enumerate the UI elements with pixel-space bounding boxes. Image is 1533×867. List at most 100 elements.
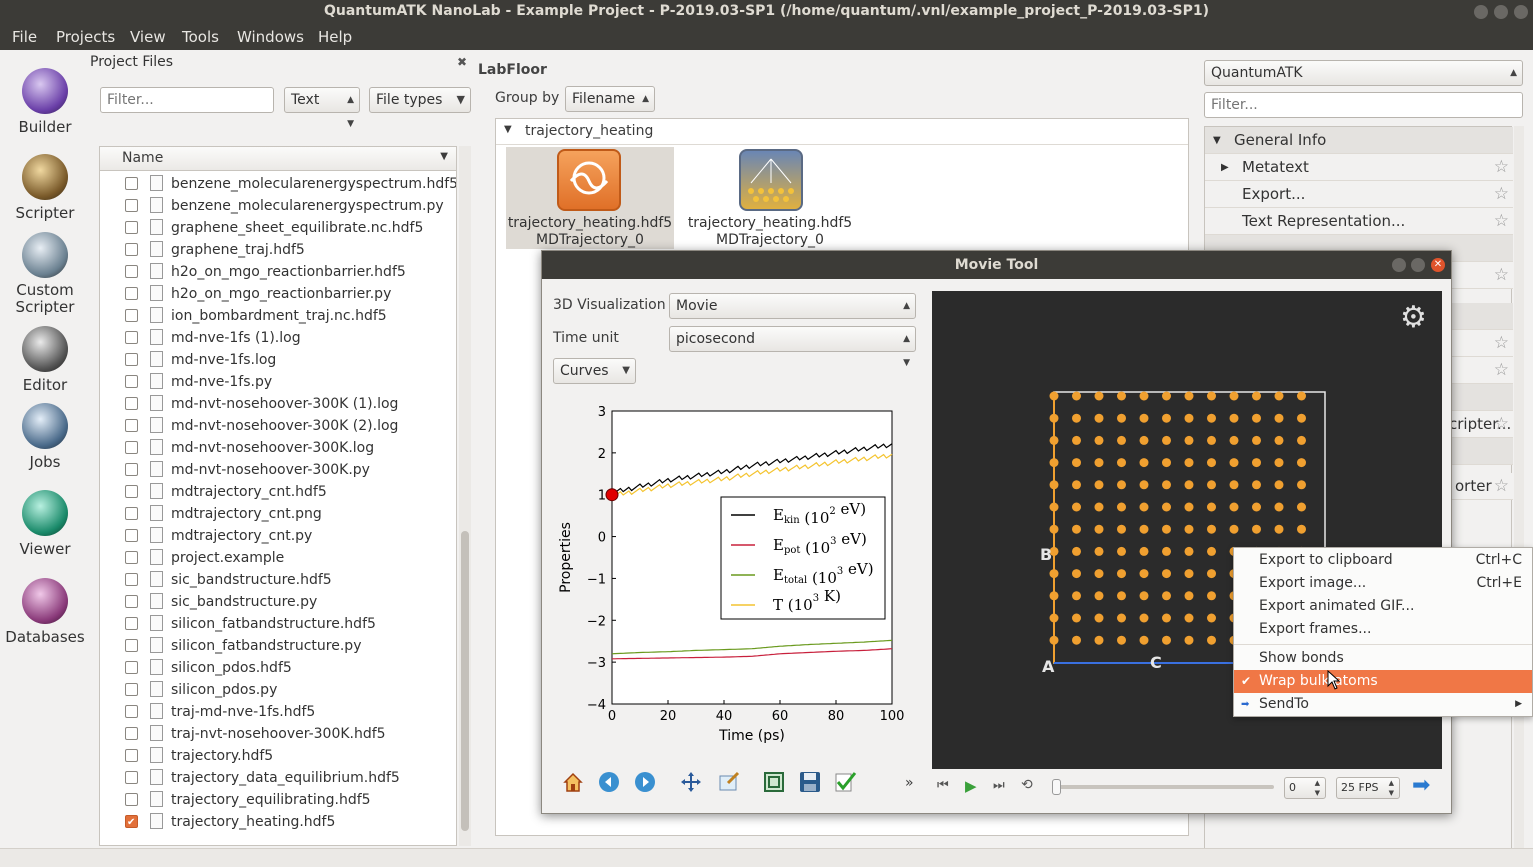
star-icon[interactable]: ☆ — [1494, 473, 1509, 500]
file-row[interactable]: mdtrajectory_cnt.hdf5 — [100, 481, 456, 503]
file-checkbox[interactable] — [125, 353, 138, 366]
file-checkbox[interactable] — [125, 551, 138, 564]
file-checkbox[interactable] — [125, 705, 138, 718]
file-checkbox[interactable] — [125, 595, 138, 608]
file-checkbox[interactable] — [125, 507, 138, 520]
menu-wrap-bulk-atoms[interactable]: ✔ Wrap bulk atoms — [1234, 670, 1532, 693]
close-panel-icon[interactable]: ✖ — [457, 55, 467, 69]
menu-projects[interactable]: Projects — [56, 28, 115, 46]
file-row[interactable]: mdtrajectory_cnt.py — [100, 525, 456, 547]
file-row[interactable]: project.example — [100, 547, 456, 569]
labfloor-item-selected[interactable]: trajectory_heating.hdf5 MDTrajectory_0 — [506, 147, 674, 249]
skip-to-end-icon[interactable]: ⏭ — [993, 778, 1005, 793]
file-checkbox[interactable] — [125, 419, 138, 432]
file-row[interactable]: trajectory_data_equilibrium.hdf5 — [100, 767, 456, 789]
file-list-scrollbar[interactable] — [459, 146, 471, 846]
file-row[interactable]: benzene_molecularenergyspectrum.py — [100, 195, 456, 217]
labfloor-group-header[interactable]: ▼ trajectory_heating — [496, 119, 1188, 145]
file-row[interactable]: silicon_fatbandstructure.py — [100, 635, 456, 657]
viewer-tool[interactable]: Viewer — [0, 490, 90, 558]
more-tools-button[interactable]: » — [905, 775, 914, 791]
file-row[interactable]: md-nvt-nosehoover-300K.py — [100, 459, 456, 481]
scripter-tool[interactable]: Scripter — [0, 154, 90, 222]
menu-tools[interactable]: Tools — [182, 28, 219, 46]
info-tree-scrollbar[interactable] — [1514, 126, 1524, 850]
back-icon[interactable] — [598, 771, 620, 793]
file-checkbox[interactable] — [125, 287, 138, 300]
file-row[interactable]: traj-md-nve-1fs.hdf5 — [100, 701, 456, 723]
text-representation-row[interactable]: Text Representation... ☆ — [1205, 208, 1513, 235]
star-icon[interactable]: ☆ — [1494, 411, 1509, 438]
custom-scripter-tool[interactable]: Custom Scripter — [0, 232, 90, 316]
file-checkbox[interactable] — [125, 573, 138, 586]
file-checkbox[interactable] — [125, 309, 138, 322]
menu-windows[interactable]: Windows — [237, 28, 304, 46]
jobs-tool[interactable]: Jobs — [0, 403, 90, 471]
file-row[interactable]: md-nvt-nosehoover-300K (1).log — [100, 393, 456, 415]
file-row[interactable]: trajectory_equilibrating.hdf5 — [100, 789, 456, 811]
menu-file[interactable]: File — [12, 28, 37, 46]
menu-send-to[interactable]: ➡ SendTo ▶ — [1234, 693, 1532, 716]
file-checkbox[interactable] — [125, 793, 138, 806]
engine-select[interactable]: QuantumATK▲▼ — [1204, 60, 1523, 102]
star-icon[interactable]: ☆ — [1494, 154, 1509, 181]
fps-select[interactable]: 25 FPS ▲ ▼ — [1336, 777, 1400, 799]
file-row[interactable]: h2o_on_mgo_reactionbarrier.hdf5 — [100, 261, 456, 283]
file-list-header[interactable]: Name ▼ — [100, 147, 456, 171]
loop-icon[interactable]: ⟲ — [1021, 777, 1033, 793]
file-row[interactable]: md-nvt-nosehoover-300K.log — [100, 437, 456, 459]
file-checkbox[interactable] — [125, 441, 138, 454]
vis-select[interactable]: Movie▲▼ — [669, 293, 916, 335]
text-filter-select[interactable]: Text ▲ ▼ — [284, 87, 360, 129]
file-row[interactable]: silicon_pdos.hdf5 — [100, 657, 456, 679]
file-row[interactable]: traj-nvt-nosehoover-300K.hdf5 — [100, 723, 456, 745]
file-row[interactable]: h2o_on_mgo_reactionbarrier.py — [100, 283, 456, 305]
menu-export-gif[interactable]: Export animated GIF... — [1234, 595, 1532, 618]
minimize-window-button[interactable] — [1474, 5, 1488, 19]
file-row[interactable]: sic_bandstructure.hdf5 — [100, 569, 456, 591]
file-row[interactable]: silicon_fatbandstructure.hdf5 — [100, 613, 456, 635]
file-checkbox[interactable] — [125, 683, 138, 696]
apply-check-icon[interactable] — [835, 771, 857, 793]
scrollbar-thumb[interactable] — [461, 531, 469, 831]
file-checkbox[interactable] — [125, 243, 138, 256]
curves-button[interactable]: Curves ▼ — [553, 358, 636, 384]
menu-view[interactable]: View — [130, 28, 166, 46]
file-checkbox[interactable] — [125, 463, 138, 476]
file-row[interactable]: md-nvt-nosehoover-300K (2).log — [100, 415, 456, 437]
star-icon[interactable]: ☆ — [1494, 262, 1509, 289]
file-checkbox[interactable] — [125, 397, 138, 410]
file-row[interactable]: sic_bandstructure.py — [100, 591, 456, 613]
file-checkbox[interactable] — [125, 617, 138, 630]
time-unit-select[interactable]: picosecond ▲ ▼ — [669, 326, 916, 368]
menu-export-clipboard[interactable]: Export to clipboard Ctrl+C — [1234, 549, 1532, 572]
close-window-button[interactable] — [1514, 5, 1528, 19]
menu-export-frames[interactable]: Export frames... — [1234, 618, 1532, 641]
group-by-select[interactable]: Filename▲▼ — [565, 86, 655, 128]
file-checkbox[interactable] — [125, 331, 138, 344]
export-row[interactable]: Export... ☆ — [1205, 181, 1513, 208]
general-info-section[interactable]: ▼ General Info — [1205, 127, 1513, 154]
configure-subplots-icon[interactable] — [718, 771, 740, 793]
frame-spinbox[interactable]: 0 ▲ ▼ — [1284, 777, 1326, 799]
file-row[interactable]: ion_bombardment_traj.nc.hdf5 — [100, 305, 456, 327]
file-row[interactable]: trajectory.hdf5 — [100, 745, 456, 767]
file-checkbox[interactable] — [125, 749, 138, 762]
file-row[interactable]: silicon_pdos.py — [100, 679, 456, 701]
file-types-select[interactable]: File types ▼ — [369, 87, 471, 113]
play-icon[interactable]: ▶ — [965, 777, 977, 795]
next-arrow-icon[interactable]: ➡ — [1412, 775, 1430, 797]
file-row[interactable]: md-nve-1fs.py — [100, 371, 456, 393]
metatext-row[interactable]: ▶ Metatext ☆ — [1205, 154, 1513, 181]
builder-tool[interactable]: Builder — [0, 68, 90, 136]
editor-tool[interactable]: Editor — [0, 326, 90, 394]
file-checkbox[interactable] — [125, 771, 138, 784]
file-checkbox[interactable] — [125, 529, 138, 542]
frame-slider-handle[interactable] — [1052, 779, 1061, 795]
skip-to-start-icon[interactable]: ⏮ — [937, 778, 949, 793]
home-icon[interactable] — [562, 771, 584, 793]
minimize-dialog-button[interactable] — [1392, 258, 1406, 272]
file-checkbox[interactable] — [125, 639, 138, 652]
file-row[interactable]: mdtrajectory_cnt.png — [100, 503, 456, 525]
menu-help[interactable]: Help — [318, 28, 352, 46]
